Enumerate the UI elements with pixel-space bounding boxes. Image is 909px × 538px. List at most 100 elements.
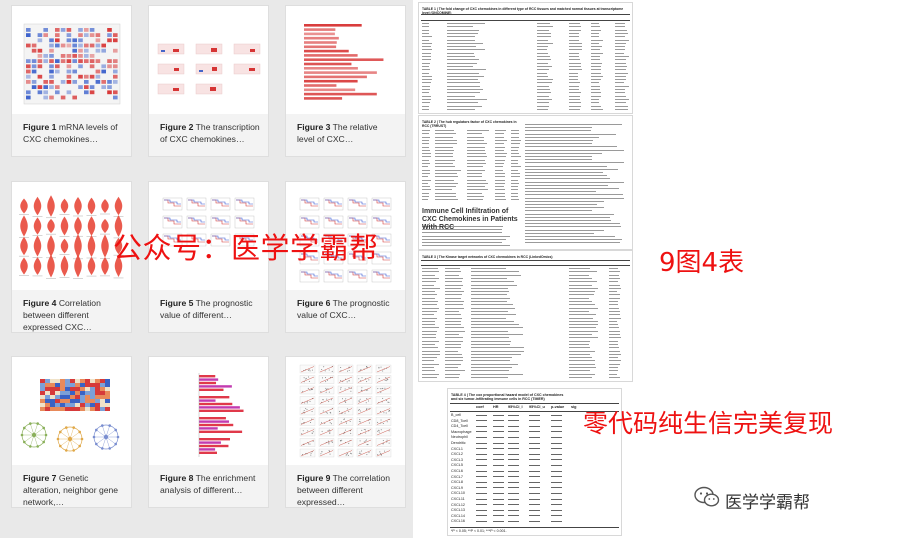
text-line [447, 82, 481, 84]
text-line [525, 146, 618, 148]
figure-card-2[interactable]: Figure 2 The transcription of CXC chemok… [148, 5, 269, 157]
figure-2-thumbnail[interactable] [149, 6, 268, 114]
scatter-point [307, 430, 309, 432]
text-line [615, 36, 626, 38]
heatmap-cell [85, 395, 90, 399]
figure-card-9[interactable]: Figure 9 The correlation between differe… [285, 356, 406, 508]
km-curve [349, 271, 366, 277]
text-line [591, 98, 600, 100]
figure-9-thumbnail[interactable] [286, 357, 405, 465]
text-line [508, 464, 519, 466]
figure-5-caption[interactable]: Figure 5 The prognostic value of differe… [149, 290, 268, 332]
text-line [476, 470, 487, 472]
scatter-point [377, 388, 379, 390]
figure-card-8[interactable]: Figure 8 The enrichment analysis of diff… [148, 356, 269, 508]
row-label: CXCL16 [451, 519, 465, 524]
text-line [445, 320, 461, 322]
text-line [445, 271, 461, 273]
figure-2-caption[interactable]: Figure 2 The transcription of CXC chemok… [149, 114, 268, 156]
text-line [569, 314, 597, 316]
figure-1-thumbnail[interactable] [12, 6, 131, 114]
figure-7-caption[interactable]: Figure 7 Genetic alteration, neighbor ge… [12, 465, 131, 507]
text-line [569, 287, 599, 289]
figure-3-caption[interactable]: Figure 3 The relative level of CXC… [286, 114, 405, 156]
heatmap-cell [84, 43, 89, 48]
heatmap-cell [90, 403, 95, 407]
km-curve [301, 199, 318, 205]
heatmap-cell [75, 391, 80, 395]
heatmap-cell [66, 59, 72, 63]
km-curve [188, 217, 205, 225]
text-line [471, 327, 523, 329]
scatter-panel [299, 427, 316, 437]
text-line [422, 52, 432, 54]
text-line [569, 108, 581, 110]
heatmap-cell [40, 383, 45, 387]
text-line [537, 59, 552, 61]
table-row: CXCL13 [448, 508, 621, 513]
network-node [108, 447, 112, 450]
text-line [529, 436, 540, 438]
scatter-point [382, 422, 384, 424]
scatter-panel [356, 406, 373, 416]
scatter-point [324, 370, 326, 372]
text-line [569, 39, 580, 41]
figure-9-caption[interactable]: Figure 9 The correlation between differe… [286, 465, 405, 507]
scatter-panel [299, 406, 316, 416]
text-line [493, 487, 504, 489]
heatmap-cell [40, 391, 45, 395]
text-line [615, 105, 629, 107]
figure-card-7[interactable]: Figure 7 Genetic alteration, neighbor ge… [11, 356, 132, 508]
text-line [551, 436, 562, 438]
network-hub [103, 434, 109, 440]
heatmap-cell [65, 391, 70, 395]
text-line [569, 294, 594, 296]
figure-6-caption[interactable]: Figure 6 The prognostic value of CXC… [286, 290, 405, 332]
figure-card-1[interactable]: Figure 1 mRNA levels of CXC chemokines… [11, 5, 132, 157]
row-label: CXCL5 [451, 463, 463, 468]
figure-4-caption[interactable]: Figure 4 Correlation between different e… [12, 290, 131, 332]
network-node [80, 437, 84, 441]
heatmap-cell [105, 387, 110, 391]
figure-1-caption[interactable]: Figure 1 mRNA levels of CXC chemokines… [12, 114, 131, 156]
table-3-page[interactable]: TABLE 3 | The Kinase target networks of … [418, 250, 633, 382]
scatter-point [340, 440, 342, 442]
scatter-panel [337, 406, 354, 416]
text-line [471, 314, 517, 316]
table-1-page[interactable]: TABLE 1 | The fold change of CXC chemoki… [418, 2, 633, 114]
violin [20, 215, 28, 237]
text-line [569, 363, 596, 365]
figure-8-caption[interactable]: Figure 8 The enrichment analysis of diff… [149, 465, 268, 507]
violin [87, 216, 96, 236]
figure-3-thumbnail[interactable] [286, 6, 405, 114]
scatter-point [360, 389, 362, 391]
text-line [525, 207, 605, 209]
text-line [471, 340, 512, 342]
heatmap-cell [55, 43, 60, 48]
heatmap-cell [49, 64, 54, 69]
text-line [445, 337, 464, 339]
text-line [609, 357, 619, 359]
text-line [551, 448, 562, 450]
figure-card-3[interactable]: Figure 3 The relative level of CXC… [285, 5, 406, 157]
scatter-point [329, 411, 331, 413]
heatmap-cell [49, 74, 54, 79]
heatmap-cell [31, 43, 37, 48]
text-line [591, 79, 601, 81]
figure-8-thumbnail[interactable] [149, 357, 268, 465]
table-2-page[interactable]: TABLE 2 | The hub regulators factor of C… [418, 115, 633, 250]
heatmap-cell [40, 379, 45, 383]
scatter-point [340, 380, 342, 382]
text-line [609, 268, 618, 270]
heatmap-cell [66, 54, 72, 58]
text-line [422, 85, 430, 87]
heatmap-cell [26, 90, 31, 95]
scatter-panel [375, 396, 392, 405]
scatter-point [363, 441, 365, 443]
table-row: CXCL1 [448, 447, 621, 452]
violin [20, 257, 28, 275]
text-line [569, 330, 598, 332]
text-line [569, 376, 592, 378]
heatmap-cell [72, 69, 77, 74]
figure-7-thumbnail[interactable] [12, 357, 131, 465]
